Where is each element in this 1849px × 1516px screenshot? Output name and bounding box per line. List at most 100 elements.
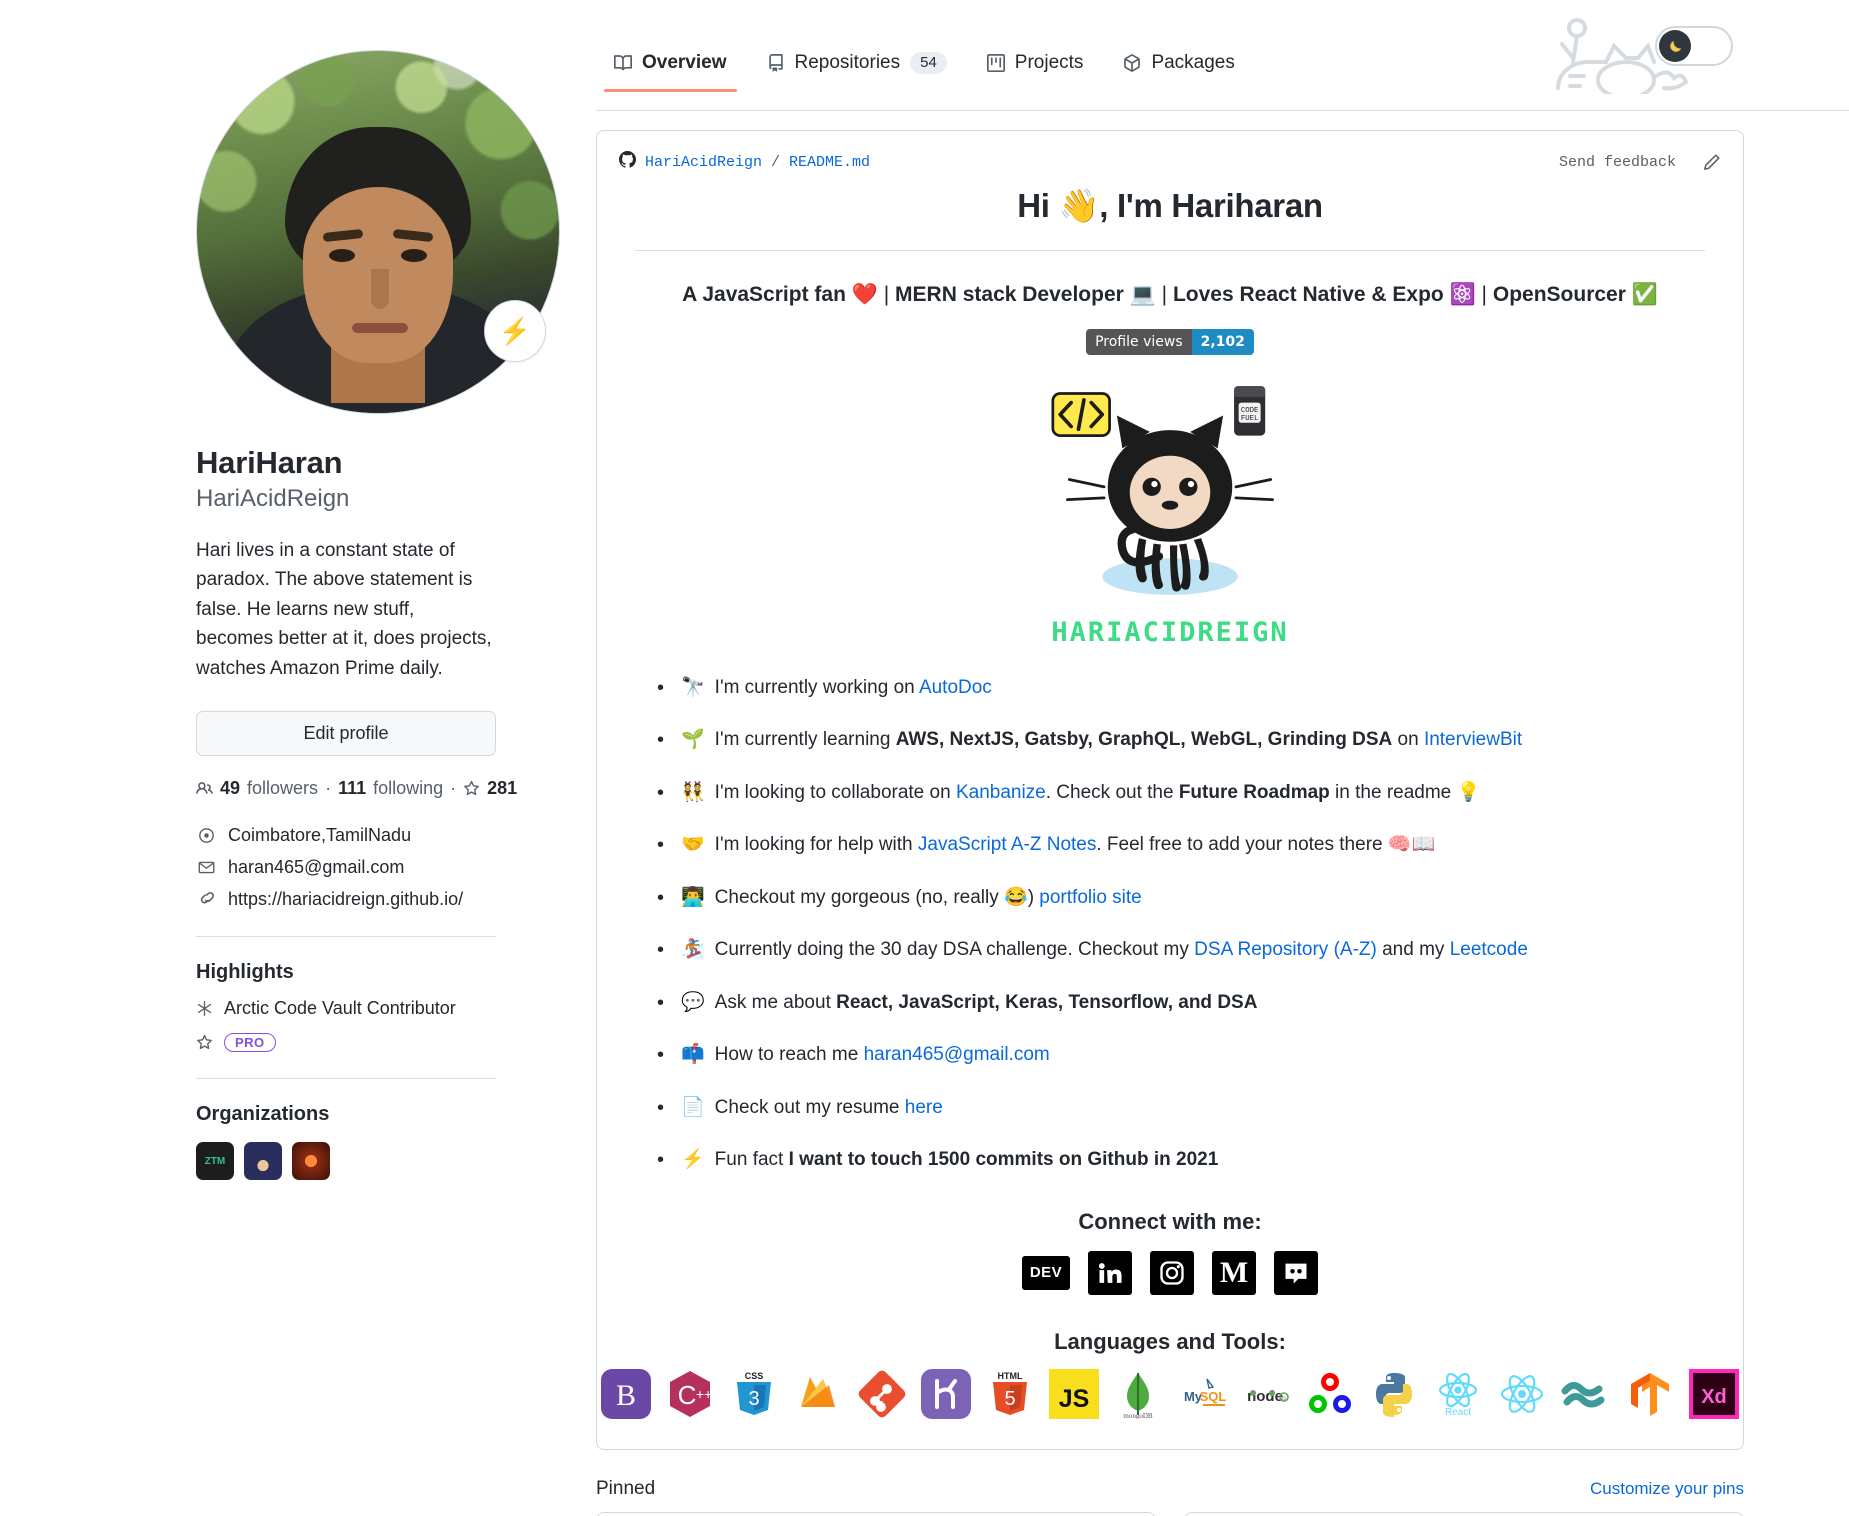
pro-badge: PRO — [224, 1033, 276, 1053]
octocat-mark-icon — [619, 151, 637, 173]
nodejs-icon[interactable]: node js — [1241, 1369, 1291, 1419]
profile-meta: Coimbatore,TamilNadu haran465@gmail.com … — [196, 825, 556, 910]
bullet-link[interactable]: haran465@gmail.com — [864, 1044, 1050, 1065]
bullet-text: Ask me about React, JavaScript, Keras, T… — [714, 991, 1258, 1013]
star-outline-icon — [196, 1034, 213, 1051]
mysql-icon[interactable]: My SQL — [1177, 1369, 1227, 1419]
readme-card: HariAcidReign / README.md Send feedback … — [596, 130, 1744, 1450]
linkedin-icon[interactable] — [1088, 1250, 1132, 1295]
email-text: haran465@gmail.com — [228, 857, 405, 878]
adobexd-icon[interactable]: Xd — [1689, 1368, 1739, 1419]
instagram-icon[interactable] — [1150, 1250, 1194, 1295]
javascript-icon[interactable]: JS — [1049, 1368, 1099, 1419]
stat-separator-1: · — [325, 778, 332, 799]
readme-bullet-9: ⚡ Fun fact I want to touch 1500 commits o… — [657, 1145, 1705, 1174]
bullet-link[interactable]: portfolio site — [1039, 887, 1141, 908]
svg-text:mongoDB: mongoDB — [1123, 1412, 1153, 1419]
bullet-link[interactable]: JavaScript A-Z Notes — [918, 834, 1096, 855]
tagline-part-2: Loves React Native & Expo ⚛️ — [1172, 283, 1476, 306]
status-emoji: ⚡ — [498, 316, 532, 346]
pinned-card[interactable] — [596, 1512, 1156, 1516]
meta-location: Coimbatore,TamilNadu — [196, 825, 556, 846]
highlight-pro[interactable]: PRO — [196, 1033, 556, 1053]
organizations-title: Organizations — [196, 1103, 330, 1126]
readme-bullet-1: 🌱 I'm currently learning AWS, NextJS, Gat… — [657, 725, 1705, 754]
nav-divider — [596, 110, 1849, 111]
edit-profile-button[interactable]: Edit profile — [196, 711, 496, 757]
stars-count[interactable]: 281 — [487, 778, 517, 799]
bullet-emoji: 🌱 — [681, 729, 705, 750]
tab-repositories-label: Repositories — [794, 52, 901, 73]
svg-text:Xd: Xd — [1701, 1386, 1727, 1408]
bootstrap-icon[interactable]: B — [601, 1368, 651, 1419]
pinned-card[interactable] — [1184, 1512, 1744, 1516]
repositories-count: 54 — [910, 52, 947, 74]
avatar-person — [228, 113, 528, 413]
github-profile-page: Overview Repositories 54 Projects Packag… — [0, 0, 1849, 1516]
bullet-text: Checkout my gorgeous (no, really 😂) port… — [714, 886, 1142, 908]
bullet-link[interactable]: here — [905, 1097, 943, 1118]
highlight-arctic-vault[interactable]: Arctic Code Vault Contributor — [196, 998, 556, 1019]
send-feedback-link[interactable]: Send feedback — [1559, 154, 1676, 171]
reactnative-icon[interactable] — [1497, 1369, 1547, 1419]
readme-breadcrumb[interactable]: HariAcidReign / README.md — [619, 151, 870, 173]
css3-icon[interactable]: CSS 3 — [729, 1369, 779, 1419]
tab-projects[interactable]: Projects — [969, 42, 1102, 92]
python-icon[interactable] — [1369, 1369, 1419, 1419]
readme-header-actions: Send feedback — [1559, 153, 1721, 172]
profile-bio: Hari lives in a constant state of parado… — [196, 539, 492, 679]
dark-mode-toggle[interactable] — [1655, 26, 1733, 66]
readme-title: Hi 👋, I'm Hariharan — [635, 187, 1705, 251]
profile-views-label: Profile views — [1086, 328, 1192, 355]
bullet-link[interactable]: Kanbanize — [956, 782, 1046, 803]
html5-icon[interactable]: HTML 5 — [985, 1369, 1035, 1419]
tab-repositories[interactable]: Repositories 54 — [749, 42, 965, 92]
org-avatar-ztm[interactable]: ZTM — [196, 1142, 234, 1181]
pencil-icon[interactable] — [1702, 153, 1721, 172]
tab-overview[interactable]: Overview — [596, 42, 745, 92]
bullet-link[interactable]: AutoDoc — [919, 677, 992, 698]
meta-email[interactable]: haran465@gmail.com — [196, 857, 556, 878]
tensorflow-icon[interactable] — [1625, 1369, 1675, 1419]
discord-icon[interactable] — [1274, 1250, 1318, 1295]
tab-packages[interactable]: Packages — [1105, 42, 1252, 92]
languages-and-tools-title: Languages and Tools: — [1054, 1328, 1286, 1354]
package-icon — [1123, 54, 1141, 72]
readme-bullet-6: 💬 Ask me about React, JavaScript, Keras, … — [657, 988, 1705, 1017]
medium-icon[interactable]: M — [1212, 1250, 1256, 1295]
followers-label: followers — [247, 778, 319, 799]
svg-text:JS: JS — [1059, 1385, 1090, 1413]
customize-pins-link[interactable]: Customize your pins — [1590, 1479, 1744, 1499]
people-icon — [196, 780, 213, 797]
meta-website[interactable]: https://hariacidreign.github.io/ — [196, 889, 556, 910]
opencv-icon[interactable] — [1305, 1369, 1355, 1419]
heroku-icon[interactable] — [921, 1368, 971, 1419]
cplusplus-icon[interactable]: C ++ — [665, 1369, 715, 1419]
dev-to-icon[interactable]: DEV — [1022, 1255, 1070, 1290]
bullet-link[interactable]: Leetcode — [1450, 939, 1528, 960]
sass-icon[interactable] — [1561, 1369, 1611, 1419]
firebase-icon[interactable] — [793, 1369, 843, 1419]
snowflake-icon — [196, 1000, 213, 1017]
tagline-sep-1: | — [1161, 283, 1168, 306]
followers-count[interactable]: 49 — [220, 778, 240, 799]
readme-filename: README.md — [789, 153, 871, 171]
react-icon[interactable]: React — [1433, 1369, 1483, 1419]
bullet-emoji: 🤝 — [681, 834, 705, 855]
svg-text:B: B — [616, 1379, 636, 1412]
following-count[interactable]: 111 — [338, 778, 366, 799]
git-icon[interactable] — [857, 1369, 907, 1419]
status-badge[interactable]: ⚡ — [484, 300, 546, 362]
readme-bullet-list: 🔭 I'm currently working on AutoDoc 🌱 I'm cu… — [635, 673, 1705, 1175]
mongodb-icon[interactable]: mongoDB — [1113, 1369, 1163, 1419]
readme-tagline: A JavaScript fan ❤️ | MERN stack Develop… — [635, 279, 1705, 311]
bullet-link[interactable]: DSA Repository (A-Z) — [1194, 939, 1377, 960]
bullet-text: I'm looking for help with JavaScript A-Z… — [714, 834, 1436, 855]
org-avatar-two[interactable] — [244, 1142, 282, 1181]
tagline-sep-2: | — [1481, 283, 1488, 306]
org-avatar-three[interactable] — [292, 1142, 330, 1181]
profile-views-wrapper: Profile views 2,102 — [635, 328, 1705, 355]
bullet-link[interactable]: InterviewBit — [1424, 729, 1522, 750]
svg-text:CSS: CSS — [745, 1371, 764, 1381]
readme-bullet-0: 🔭 I'm currently working on AutoDoc — [657, 673, 1705, 702]
